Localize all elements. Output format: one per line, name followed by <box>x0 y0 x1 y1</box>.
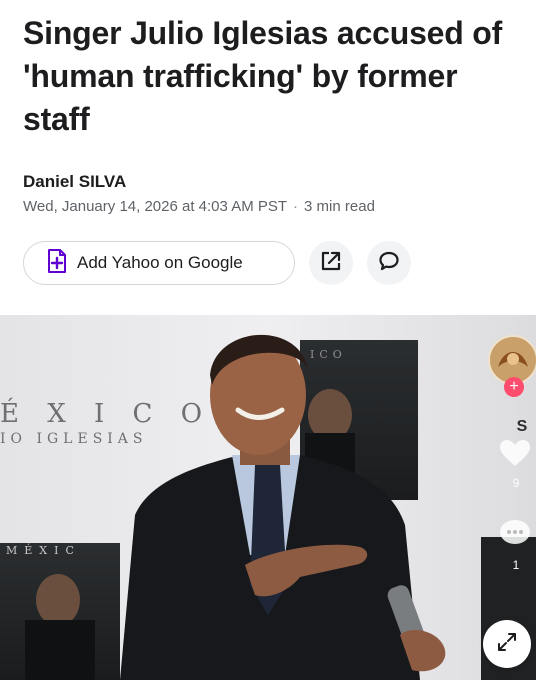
action-bar: Add Yahoo on Google <box>23 241 411 285</box>
comment-bubble-icon[interactable] <box>498 518 532 553</box>
like-count: 9 <box>512 476 520 490</box>
follow-plus-icon[interactable]: + <box>504 377 524 397</box>
share-external-icon <box>320 250 342 277</box>
photo-illustration <box>0 315 536 680</box>
share-button[interactable] <box>309 241 353 285</box>
brand-letter: S <box>516 418 528 435</box>
headline: Singer Julio Iglesias accused of 'human … <box>23 15 503 137</box>
expand-photo-button[interactable] <box>483 620 531 668</box>
plus-document-icon <box>47 248 67 278</box>
read-time: 3 min read <box>304 198 375 215</box>
backdrop-text-name: IO IGLESIAS <box>0 431 148 447</box>
comment-count: 1 <box>512 558 520 572</box>
backdrop-text-mexico: É X I C O <box>0 399 213 429</box>
publish-date: Wed, January 14, 2026 at 4:03 AM PST <box>23 198 288 215</box>
backdrop-text-mexic: MÉXIC <box>6 544 81 557</box>
author-name[interactable]: Daniel SILVA <box>23 172 126 192</box>
add-yahoo-label: Add Yahoo on Google <box>77 253 243 272</box>
meta-separator: · <box>293 198 299 215</box>
backdrop-text-ico: ICO <box>310 348 347 361</box>
comment-icon <box>378 250 400 277</box>
like-heart-icon[interactable] <box>498 438 532 473</box>
article-meta: Wed, January 14, 2026 at 4:03 AM PST · 3… <box>23 198 375 215</box>
article-photo[interactable]: É X I C O IO IGLESIAS MÉXIC ICO <box>0 315 536 680</box>
comments-button[interactable] <box>367 241 411 285</box>
expand-arrows-icon <box>496 631 518 658</box>
add-yahoo-on-google-button[interactable]: Add Yahoo on Google <box>23 241 295 285</box>
